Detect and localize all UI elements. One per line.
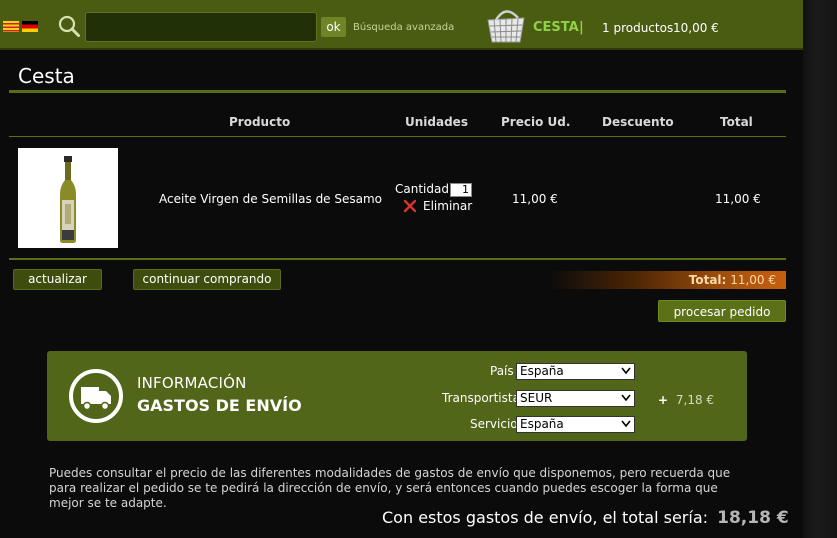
cart-total: 10,00 € [673, 21, 719, 35]
column-header-product: Producto [229, 115, 291, 129]
continue-shopping-button[interactable]: continuar comprando [133, 269, 281, 290]
update-button[interactable]: actualizar [13, 269, 102, 290]
remove-x-icon[interactable] [403, 199, 417, 213]
product-image[interactable] [18, 148, 118, 248]
carrier-select[interactable]: SEUR [516, 390, 635, 407]
shipping-title-line1: INFORMACIÓN [137, 374, 247, 392]
search-ok-button[interactable]: ok [321, 17, 346, 37]
page-title: Cesta [18, 64, 75, 88]
total-label: Total: [688, 273, 727, 287]
german-flag-icon[interactable] [22, 21, 38, 32]
total-value: 11,00 € [730, 273, 776, 287]
quantity-label: Cantidad: [395, 182, 454, 196]
chevron-down-icon [621, 394, 631, 402]
truck-icon [69, 369, 123, 423]
table-header-divider [9, 136, 786, 137]
country-label: País [490, 364, 514, 378]
side-decoration [803, 0, 837, 538]
top-bar: ok Búsqueda avanzada CESTA | 1 productos… [0, 0, 803, 50]
oil-bottle-icon [60, 156, 76, 243]
shipping-note: Puedes consultar el precio de las difere… [49, 466, 731, 510]
service-select-value: España [520, 417, 564, 431]
final-total-line: Con estos gastos de envío, el total serí… [382, 508, 789, 528]
country-select-value: España [520, 364, 564, 378]
carrier-select-value: SEUR [520, 391, 553, 405]
service-select[interactable]: España [516, 416, 635, 433]
shipping-cost-prefix: + [658, 393, 669, 407]
search-icon [58, 15, 80, 37]
service-label: Servicio [470, 417, 518, 431]
cart-separator: | [579, 20, 584, 35]
carrier-label: Transportista [442, 391, 520, 405]
row-total: 11,00 € [715, 192, 761, 206]
column-header-total: Total [720, 115, 753, 129]
column-header-discount: Descuento [602, 115, 674, 129]
search-input[interactable] [85, 12, 317, 42]
shipping-cost: + 7,18 € [658, 393, 714, 407]
country-select[interactable]: España [516, 363, 635, 380]
column-header-unit-price: Precio Ud. [501, 115, 571, 129]
cart-label[interactable]: CESTA [533, 20, 579, 35]
quantity-input[interactable]: 1 [450, 183, 472, 197]
catalan-flag-icon[interactable] [3, 21, 19, 32]
remove-link[interactable]: Eliminar [423, 199, 472, 213]
advanced-search-link[interactable]: Búsqueda avanzada [353, 22, 454, 33]
final-total-label: Con estos gastos de envío, el total serí… [382, 508, 709, 527]
table-bottom-divider [9, 258, 786, 260]
shipping-cost-value: 7,18 € [675, 393, 715, 407]
shopping-basket-icon[interactable] [484, 6, 528, 46]
product-name[interactable]: Aceite Virgen de Semillas de Sesamo [159, 192, 382, 206]
unit-price: 11,00 € [512, 192, 558, 206]
column-header-units: Unidades [405, 115, 468, 129]
final-total-value: 18,18 € [717, 508, 789, 528]
process-order-button[interactable]: procesar pedido [658, 300, 786, 322]
cart-count: 1 productos [602, 21, 674, 35]
total-bar: Total: 11,00 € [548, 271, 786, 289]
title-divider [9, 90, 786, 93]
shipping-title-line2: GASTOS DE ENVÍO [137, 396, 302, 415]
shipping-info-panel: INFORMACIÓN GASTOS DE ENVÍO País España … [47, 351, 747, 441]
chevron-down-icon [621, 367, 631, 375]
chevron-down-icon [621, 420, 631, 428]
